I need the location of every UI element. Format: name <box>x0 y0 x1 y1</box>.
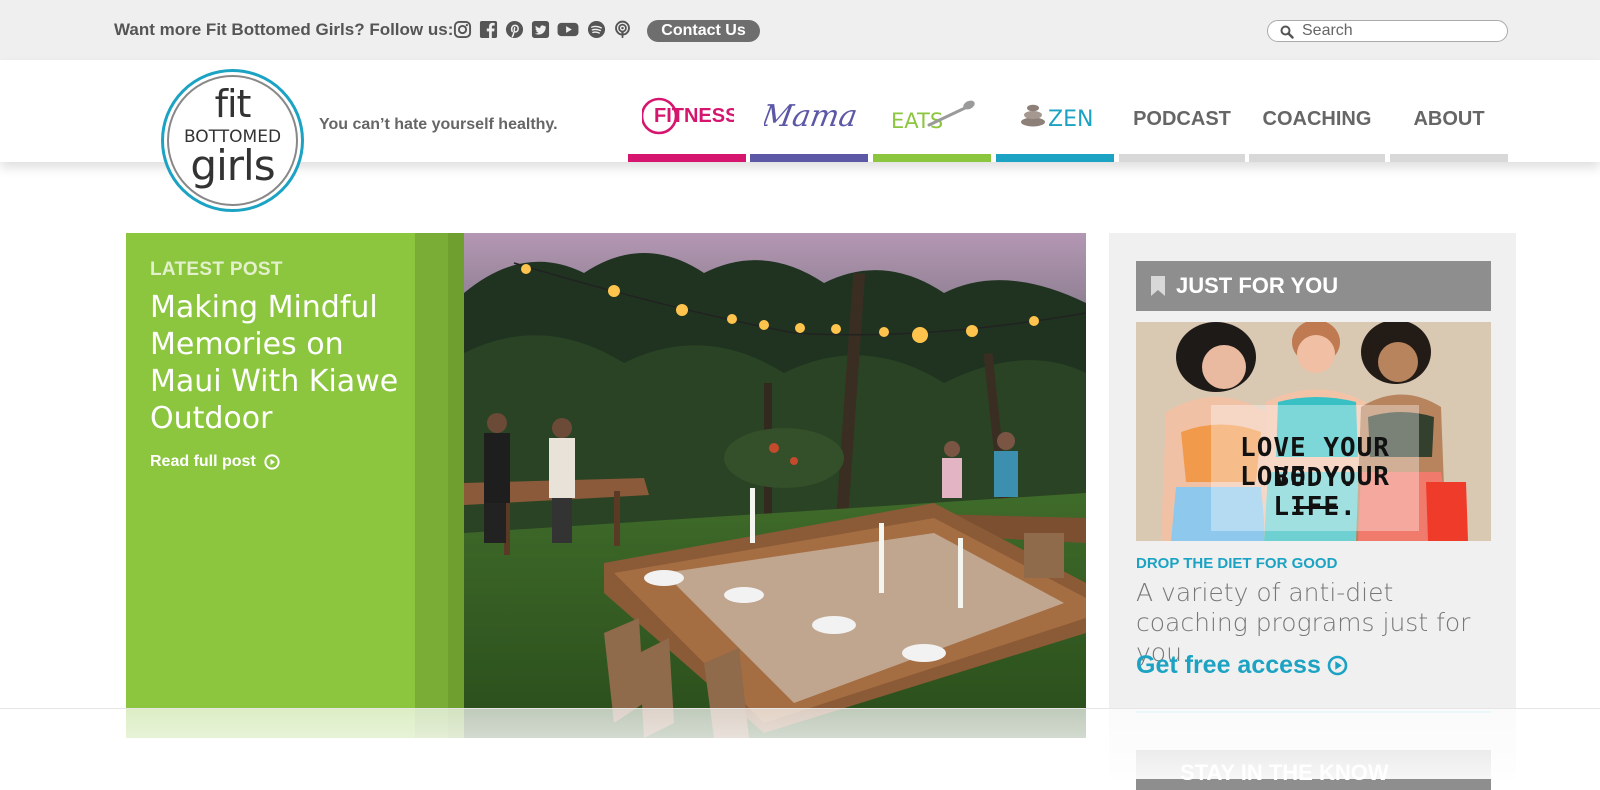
twitter-icon[interactable] <box>530 19 550 39</box>
promo-image[interactable]: LOVE YOUR BODY. LOVE YOUR LIFE. <box>1136 322 1491 541</box>
promo-text-overlay: LOVE YOUR BODY. LOVE YOUR LIFE. <box>1211 405 1419 531</box>
nav-fitness-label: FITNESS <box>654 105 734 127</box>
nav-coaching[interactable]: COACHING <box>1249 88 1385 162</box>
hero-overlay-strip <box>415 233 448 738</box>
nav-mamas[interactable]: Mamas <box>750 88 868 162</box>
nav-eats[interactable]: EATS <box>873 88 991 162</box>
nav-coaching-bar <box>1249 154 1385 162</box>
nav-mamas-bar <box>750 154 868 162</box>
search-input[interactable] <box>1302 22 1498 40</box>
nav-about-bar <box>1390 154 1508 162</box>
read-full-post-link[interactable]: Read full post <box>150 453 280 471</box>
bottom-fade-overlay <box>0 708 1600 779</box>
nav-zen-bar <box>996 154 1114 162</box>
mamas-logo-icon: Mamas <box>764 99 856 134</box>
spotify-icon[interactable] <box>586 19 606 39</box>
social-links <box>452 19 632 39</box>
nav-fitness[interactable]: FITNESS <box>628 88 746 162</box>
arrow-circle-icon <box>1327 655 1348 676</box>
podcast-icon[interactable] <box>612 19 632 39</box>
nav-eats-bar <box>873 154 991 162</box>
drop-the-diet-label: DROP THE DIET FOR GOOD <box>1136 555 1338 572</box>
nav-coaching-label: COACHING <box>1262 108 1372 130</box>
zen-logo-icon: ZEN <box>1021 104 1093 132</box>
read-full-post-label: Read full post <box>150 453 256 470</box>
search-box[interactable] <box>1267 20 1508 42</box>
instagram-icon[interactable] <box>452 19 472 39</box>
search-icon <box>1280 25 1294 39</box>
latest-post-label: LATEST POST <box>150 259 283 280</box>
site-logo[interactable]: fit BOTTOMED girls <box>161 69 304 212</box>
get-free-access-link[interactable]: Get free access <box>1136 651 1348 680</box>
youtube-icon[interactable] <box>556 19 580 39</box>
latest-post-hero[interactable]: LATEST POST Making Mindful Memories on M… <box>126 233 1086 738</box>
nav-mamas-label: Mamas <box>764 99 856 134</box>
nav-about[interactable]: ABOUT <box>1390 88 1508 162</box>
latest-post-title[interactable]: Making Mindful Memories on Maui With Kia… <box>150 289 400 437</box>
fitness-logo-icon: FITNESS <box>642 97 734 135</box>
hero-overlay-strip <box>448 233 464 738</box>
just-for-you-header: JUST FOR YOU <box>1136 261 1491 311</box>
promo-divider <box>1294 506 1338 509</box>
pinterest-icon[interactable] <box>504 19 524 39</box>
nav-about-label: ABOUT <box>1413 108 1485 130</box>
logo-word-girls: girls <box>190 141 275 190</box>
just-for-you-title: JUST FOR YOU <box>1176 273 1339 298</box>
nav-zen[interactable]: ZEN <box>996 88 1114 162</box>
nav-zen-label: ZEN <box>1048 107 1093 132</box>
promo-line-2: LOVE YOUR LIFE. <box>1240 462 1390 522</box>
nav-podcast-bar <box>1119 154 1245 162</box>
contact-us-button[interactable]: Contact Us <box>647 20 760 42</box>
arrow-circle-icon <box>264 454 280 470</box>
site-tagline: You can’t hate yourself healthy. <box>319 116 558 133</box>
logo-word-fit: fit <box>214 82 252 126</box>
nav-podcast-label: PODCAST <box>1133 108 1231 130</box>
latest-post-image[interactable] <box>464 233 1086 738</box>
nav-podcast[interactable]: PODCAST <box>1119 88 1245 162</box>
get-free-access-label: Get free access <box>1136 651 1321 679</box>
follow-us-text: Want more Fit Bottomed Girls? Follow us: <box>114 20 454 39</box>
facebook-icon[interactable] <box>478 19 498 39</box>
bookmark-icon <box>1151 276 1165 296</box>
sidebar: JUST FOR YOU LOVE YOUR BODY. LOVE YOUR L… <box>1109 233 1516 790</box>
nav-fitness-bar <box>628 154 746 162</box>
eats-logo-icon: EATS <box>891 100 975 133</box>
top-bar: Want more Fit Bottomed Girls? Follow us:… <box>0 0 1600 60</box>
